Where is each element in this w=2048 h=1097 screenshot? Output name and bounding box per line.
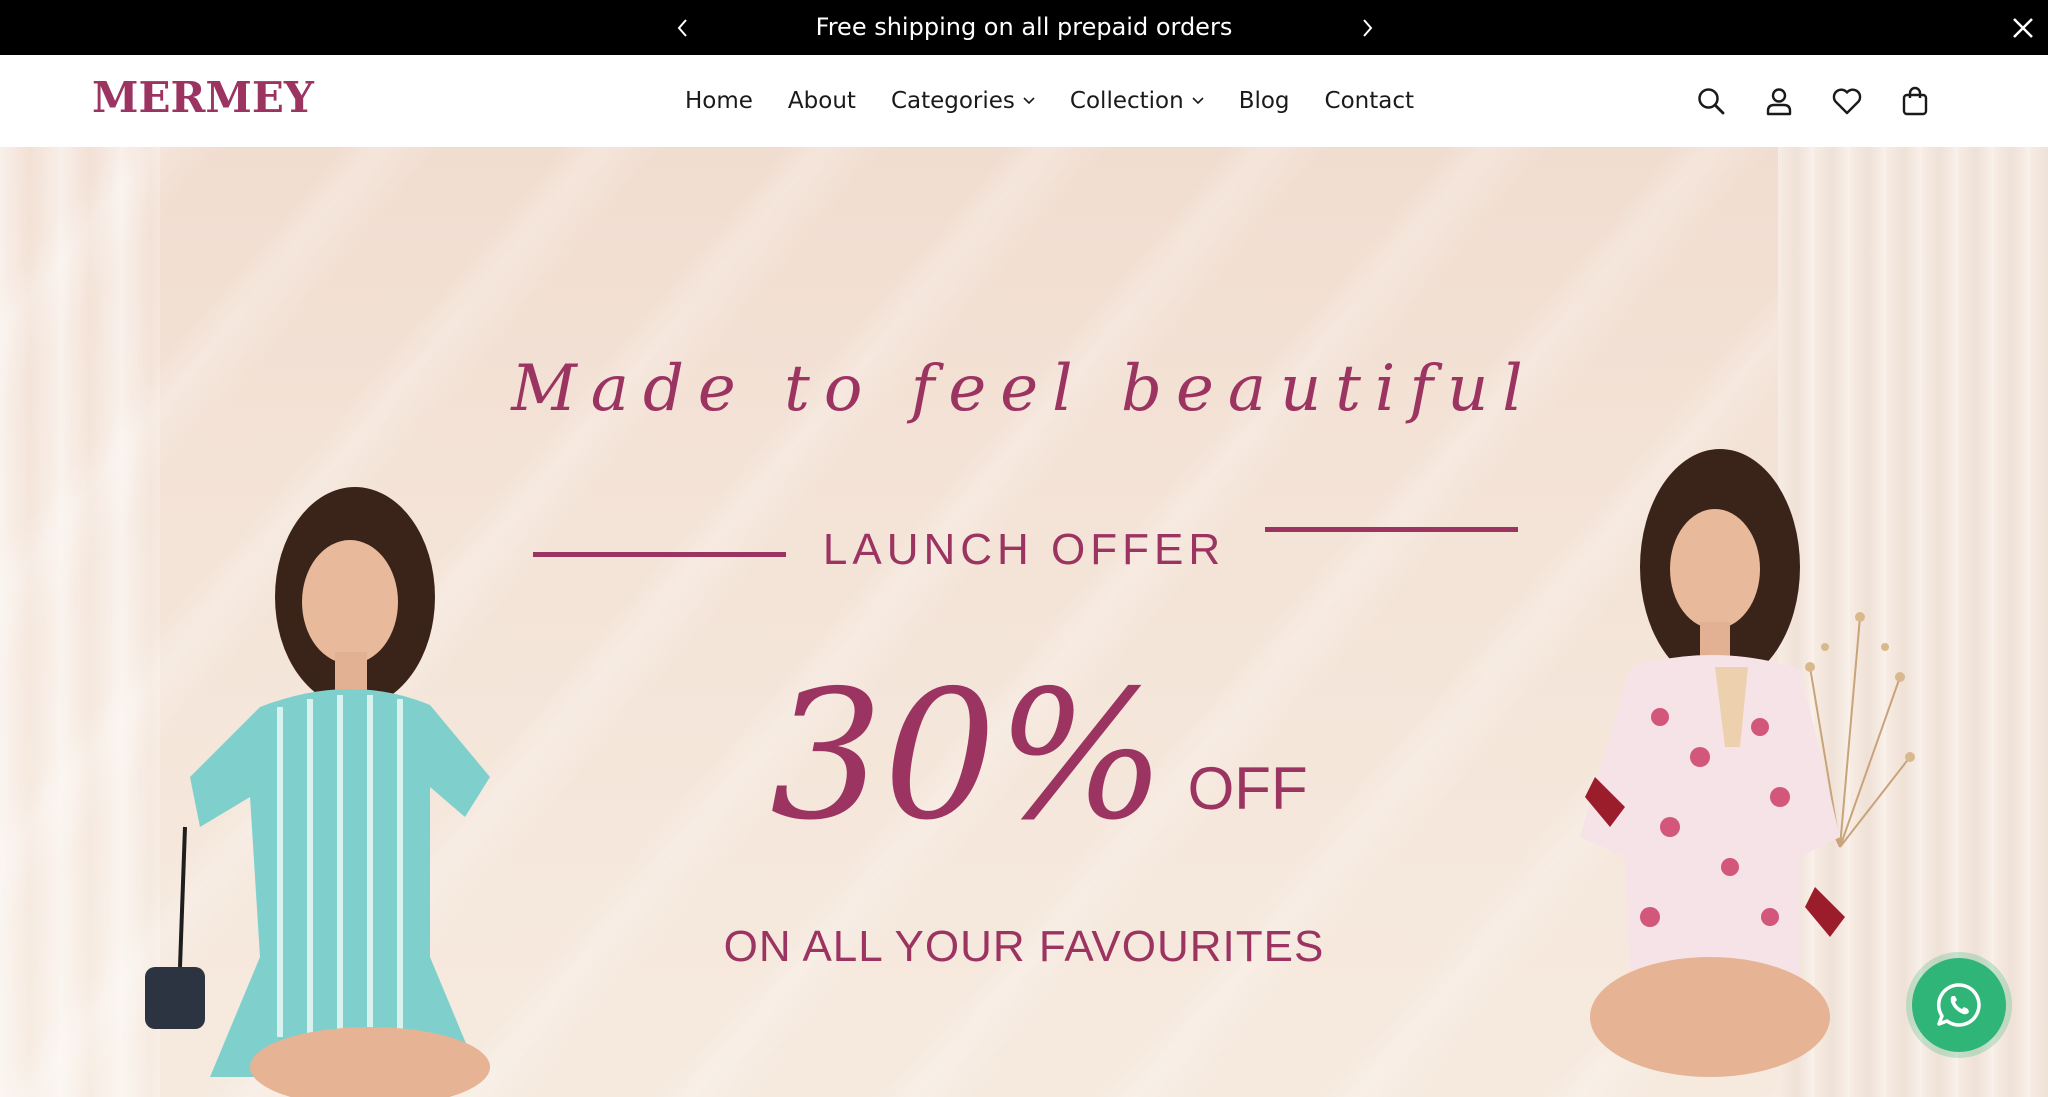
announcement-close-button[interactable] (2006, 11, 2040, 45)
account-icon (1766, 88, 1792, 116)
nav-contact[interactable]: Contact (1325, 88, 1414, 114)
chevron-down-icon (1192, 97, 1204, 105)
nav-categories-label: Categories (890, 88, 1015, 114)
nav-contact-label: Contact (1324, 88, 1415, 114)
close-icon (2013, 18, 2033, 38)
discount-percent: 30% (770, 652, 1166, 859)
hero-subtitle: ON ALL YOUR FAVOURITES (723, 922, 1325, 971)
hero-model-right-image (1580, 449, 1915, 1077)
announcement-bar: Free shipping on all prepaid orders (0, 0, 2048, 55)
nav-blog-label: Blog (1238, 88, 1290, 114)
chevron-down-icon (1023, 97, 1035, 105)
nav-collection-label: Collection (1069, 88, 1184, 114)
whatsapp-icon (1936, 983, 1981, 1027)
account-button[interactable] (1763, 85, 1795, 117)
nav-blog[interactable]: Blog (1239, 88, 1290, 114)
nav-about-label: About (787, 88, 856, 114)
whatsapp-chat-button[interactable] (1912, 958, 2006, 1052)
nav-categories[interactable]: Categories (891, 88, 1035, 114)
nav-collection[interactable]: Collection (1070, 88, 1204, 114)
site-header: MERMEY Home About Categories Collection … (0, 55, 2048, 147)
nav-about[interactable]: About (788, 88, 856, 114)
cart-button[interactable] (1899, 85, 1931, 117)
wishlist-icon (1832, 88, 1862, 115)
site-logo[interactable]: MERMEY (92, 73, 314, 122)
main-nav: Home About Categories Collection Blog Co… (685, 55, 1449, 147)
header-actions (1695, 85, 1931, 117)
discount-off-label: OFF (1187, 755, 1308, 822)
hero-tagline: Made to feel beautiful (511, 352, 1537, 426)
search-button[interactable] (1695, 85, 1727, 117)
search-icon (1698, 88, 1725, 115)
cart-icon (1902, 86, 1928, 116)
chevron-right-icon (1363, 19, 1373, 37)
nav-home[interactable]: Home (685, 88, 753, 114)
wishlist-button[interactable] (1831, 85, 1863, 117)
discount-block: 30% OFF (770, 667, 1308, 845)
hero-banner[interactable]: Made to feel beautiful LAUNCH OFFER 30% … (0, 147, 2048, 1097)
announcement-next-button[interactable] (1352, 13, 1382, 43)
launch-offer-label: LAUNCH OFFER (822, 525, 1226, 574)
nav-home-label: Home (685, 88, 753, 114)
announcement-text: Free shipping on all prepaid orders (815, 13, 1233, 41)
